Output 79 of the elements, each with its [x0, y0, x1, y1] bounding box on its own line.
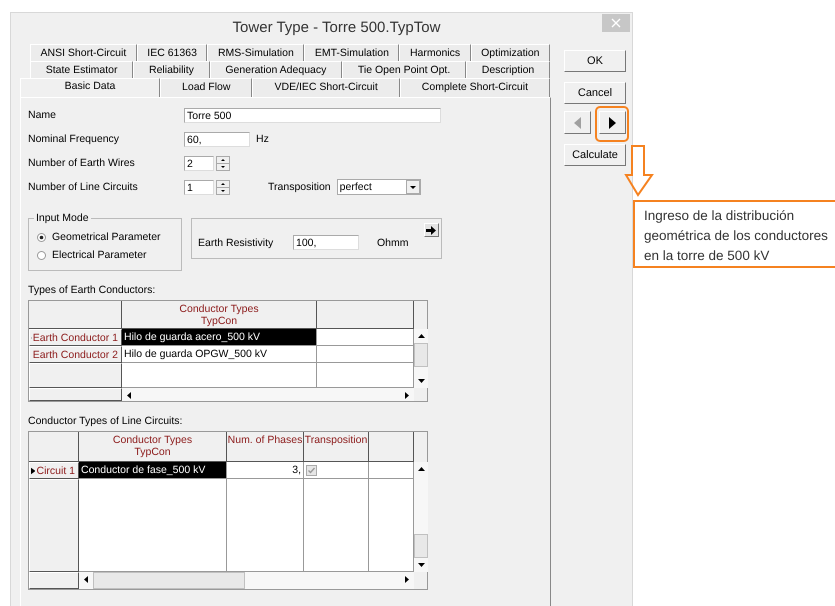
radio-label: Geometrical Parameter [52, 231, 161, 243]
horizontal-scrollbar[interactable] [79, 572, 414, 589]
field-label: Name [28, 109, 58, 121]
row-header[interactable]: Earth Conductor 1 [29, 329, 122, 346]
table-cell: 3, [227, 462, 304, 479]
row-pointer-icon [31, 466, 36, 476]
tab[interactable]: Optimization [470, 44, 550, 61]
triangle-up-icon [418, 467, 424, 471]
horizontal-scrollbar[interactable] [122, 388, 414, 401]
spinner-icon [216, 180, 230, 194]
arrow-button[interactable] [424, 223, 439, 237]
tab[interactable]: Load Flow [160, 78, 252, 97]
window-title: Tower Type - Torre 500.TypTow [232, 18, 442, 36]
table-cell[interactable]: Conductor de fase_500 kV [79, 462, 227, 479]
arrow-right-icon [426, 226, 437, 234]
triangle-up-icon [418, 334, 424, 338]
field-label: Number of Earth Wires [28, 157, 136, 169]
tab[interactable]: VDE/IEC Short-Circuit [252, 78, 400, 97]
table-caption: Types of Earth Conductors: [28, 284, 156, 296]
field-label: Number of Line Circuits [28, 181, 139, 193]
vertical-scrollbar[interactable] [414, 329, 428, 388]
triangle-right-icon [609, 116, 616, 128]
radio-button[interactable] [37, 250, 46, 260]
scrollbar-thumb[interactable] [93, 572, 245, 589]
row-header[interactable]: Earth Conductor 2 [29, 346, 122, 363]
triangle-down-icon [418, 379, 424, 383]
tab[interactable]: Description [466, 61, 550, 78]
tab[interactable]: Basic Data [20, 78, 160, 97]
triangle-down-icon [418, 563, 424, 567]
triangle-right-icon [405, 576, 409, 582]
table-caption: Conductor Types of Line Circuits: [28, 415, 184, 427]
tab[interactable]: Generation Adequacy [210, 61, 342, 78]
column-header: Num. of Phases [227, 432, 304, 462]
tab[interactable]: State Estimator [30, 61, 134, 78]
tab[interactable]: IEC 61363 [136, 44, 208, 61]
push-button[interactable]: Cancel [564, 82, 626, 104]
input-field[interactable]: 60, [184, 132, 250, 146]
radio-button[interactable] [37, 232, 46, 242]
push-button[interactable]: OK [564, 50, 626, 72]
group-label: Input Mode [34, 212, 91, 224]
tab[interactable]: Complete Short-Circuit [400, 78, 550, 97]
input-field[interactable]: Torre 500 [184, 108, 441, 122]
scrollbar-thumb[interactable] [414, 343, 428, 367]
triangle-right-icon [405, 392, 409, 398]
tab[interactable]: RMS-Simulation [207, 44, 304, 61]
column-header: Conductor Types TypCon [122, 301, 317, 329]
push-button[interactable]: Calculate [564, 144, 626, 166]
close-icon [611, 18, 621, 28]
triangle-left-icon [84, 576, 88, 582]
tab[interactable]: ANSI Short-Circuit [30, 44, 137, 61]
row-header[interactable]: Circuit 1 [29, 462, 79, 479]
field-label: Transposition [268, 181, 331, 193]
down-arrow-icon [624, 145, 654, 197]
input-field[interactable]: 100, [293, 235, 359, 250]
unit-label: Ohmm [377, 236, 408, 248]
next-button[interactable] [599, 111, 626, 134]
callout-text: Ingreso de la distribución geométrica de los conductores en la torre de 500 kV [633, 200, 835, 268]
tab[interactable]: EMT-Simulation [304, 44, 400, 61]
radio-label: Electrical Parameter [52, 249, 147, 261]
unit-label: Hz [256, 133, 269, 145]
spinner-icon [216, 156, 230, 170]
input-field[interactable]: 2 [184, 156, 214, 170]
column-header: Conductor Types TypCon [79, 432, 227, 462]
column-header: Transposition [304, 432, 369, 462]
scrollbar-thumb[interactable] [414, 534, 428, 558]
triangle-left-icon [127, 392, 131, 398]
tab[interactable]: Harmonics [399, 44, 471, 61]
field-label: Earth Resistivity [198, 236, 274, 248]
dropdown[interactable]: perfect [336, 179, 421, 195]
vertical-scrollbar[interactable] [414, 462, 428, 572]
input-field[interactable]: 1 [184, 180, 214, 194]
table-cell[interactable]: Hilo de guarda acero_500 kV [122, 329, 317, 346]
tab[interactable]: Reliability [133, 61, 210, 78]
tab[interactable]: Tie Open Point Opt. [342, 61, 466, 78]
table-cell[interactable]: Hilo de guarda OPGW_500 kV [122, 346, 317, 363]
checkbox[interactable] [306, 465, 317, 476]
highlight-outline [595, 106, 629, 142]
field-label: Nominal Frequency [28, 133, 120, 145]
triangle-left-icon [574, 116, 581, 128]
